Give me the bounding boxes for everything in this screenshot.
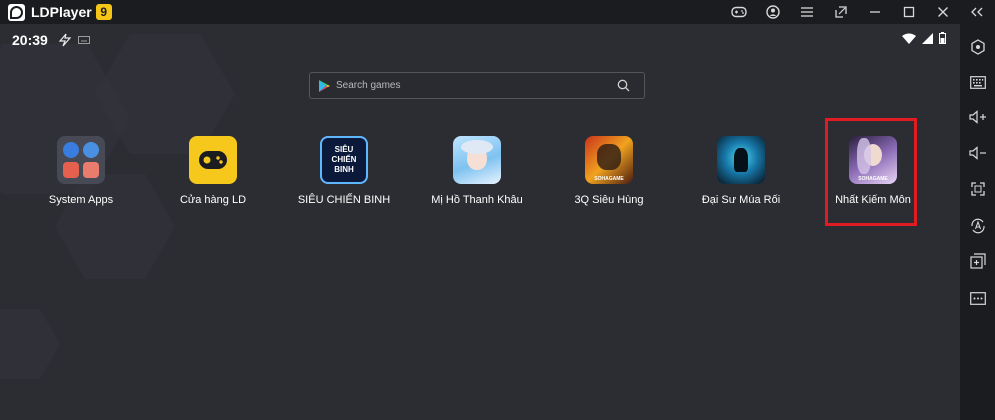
title-bar: LDPlayer 9	[0, 0, 995, 24]
app-3q-sieu-hung[interactable]: SOHAGAME 3Q Siêu Hùng	[544, 136, 674, 206]
android-home-screen: 20:39 Search games System Apps Cửa hàng …	[0, 24, 960, 420]
maximize-icon	[903, 6, 915, 18]
keyboard-mapping-icon	[969, 75, 986, 89]
search-placeholder: Search games	[336, 80, 401, 91]
close-button[interactable]	[926, 0, 960, 24]
keyboard-mapping-button[interactable]	[960, 67, 995, 97]
app-label: SIÊU CHIẾN BINH	[297, 194, 391, 206]
version-badge: 9	[95, 4, 112, 20]
play-store-icon	[319, 79, 330, 92]
maximize-button[interactable]	[892, 0, 926, 24]
menu-icon	[801, 7, 813, 17]
app-dai-su-mua-roi[interactable]: Đại Sư Múa Rối	[676, 136, 806, 206]
settings-button[interactable]	[960, 32, 995, 62]
app-label: System Apps	[48, 194, 114, 206]
dai-su-mua-roi-game-icon	[717, 136, 765, 184]
more-icon	[969, 291, 986, 305]
restore-button[interactable]	[824, 0, 858, 24]
status-bar: 20:39	[0, 24, 960, 56]
ld-store-icon	[189, 136, 237, 184]
volume-down-button[interactable]	[960, 138, 995, 168]
gamepad-icon	[731, 6, 747, 18]
app-label: Mị Hồ Thanh Khâu	[431, 194, 523, 206]
fullscreen-icon	[970, 182, 985, 196]
volume-up-button[interactable]	[960, 102, 995, 132]
settings-hex-icon	[970, 39, 985, 55]
icon-text: CHIẾN	[331, 155, 357, 164]
signal-icon	[922, 32, 933, 44]
battery-icon	[939, 32, 946, 44]
icon-text: SIÊU	[334, 145, 354, 154]
search-bar[interactable]: Search games	[309, 72, 645, 99]
sieu-chien-binh-game-icon: SIÊU CHIẾN BINH	[320, 136, 368, 184]
app-label: Cửa hàng LD	[179, 194, 247, 206]
highlight-box	[825, 118, 917, 226]
lightning-icon	[58, 33, 72, 47]
right-toolbar	[960, 24, 995, 420]
volume-down-icon	[968, 146, 986, 160]
search-icon[interactable]	[617, 79, 630, 92]
close-icon	[938, 7, 948, 17]
app-name: LDPlayer	[31, 4, 92, 20]
minimize-button[interactable]	[858, 0, 892, 24]
app-cua-hang-ld[interactable]: Cửa hàng LD	[148, 136, 278, 206]
volume-up-icon	[968, 110, 986, 124]
collapse-sidebar-icon	[971, 7, 983, 17]
wifi-icon	[902, 33, 916, 44]
system-apps-folder-icon	[57, 136, 105, 184]
app-system-apps[interactable]: System Apps	[16, 136, 146, 206]
add-instance-button[interactable]	[960, 246, 995, 276]
more-button[interactable]	[960, 283, 995, 313]
sohagame-badge: SOHAGAME	[594, 176, 624, 182]
3q-sieu-hung-game-icon: SOHAGAME	[585, 136, 633, 184]
minimize-icon	[870, 11, 880, 13]
app-label: Đại Sư Múa Rối	[701, 194, 781, 206]
gamepad-button[interactable]	[722, 0, 756, 24]
auto-rotate-icon	[970, 218, 985, 234]
app-mi-ho-thanh-khau[interactable]: Mị Hồ Thanh Khâu	[412, 136, 542, 206]
restore-icon	[835, 6, 847, 18]
fullscreen-button[interactable]	[960, 174, 995, 204]
account-icon	[766, 5, 780, 19]
collapse-sidebar-button[interactable]	[959, 0, 995, 24]
clock: 20:39	[12, 32, 48, 48]
icon-text: BINH	[334, 165, 354, 174]
app-label: 3Q Siêu Hùng	[574, 194, 644, 206]
add-instance-icon	[969, 253, 986, 269]
background-hexagon	[0, 309, 60, 379]
menu-button[interactable]	[790, 0, 824, 24]
ldplayer-window: LDPlayer 9 20:39 Search games System App…	[0, 0, 995, 420]
ldplayer-logo-icon	[8, 3, 25, 21]
mi-ho-thanh-khau-game-icon	[453, 136, 501, 184]
auto-rotate-button[interactable]	[960, 211, 995, 241]
app-logo: LDPlayer 9	[8, 3, 112, 21]
account-button[interactable]	[756, 0, 790, 24]
keyboard-status-icon	[77, 36, 90, 44]
app-sieu-chien-binh[interactable]: SIÊU CHIẾN BINH SIÊU CHIẾN BINH	[279, 136, 409, 206]
